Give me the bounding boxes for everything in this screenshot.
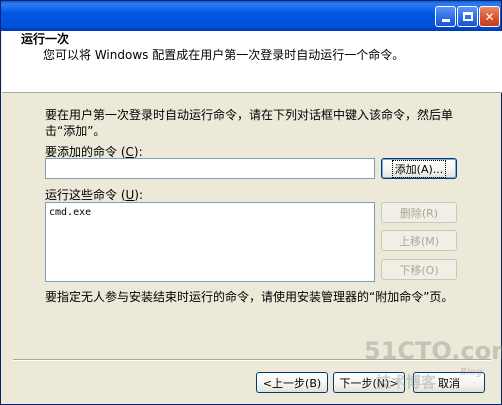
- wizard-window: ✕ 运行一次 您可以将 Windows 配置成在用户第一次登录时自动运行一个命令…: [0, 0, 502, 405]
- run-commands-list[interactable]: cmd.exe: [45, 202, 375, 282]
- cancel-button[interactable]: 取消: [413, 372, 485, 393]
- add-button[interactable]: 添加(A)...: [381, 158, 457, 179]
- title-bar[interactable]: ✕: [1, 1, 501, 31]
- footer-divider: [13, 359, 491, 361]
- run-commands-label-prefix: 运行这些命令 (: [45, 188, 126, 202]
- run-commands-label: 运行这些命令 (U):: [45, 186, 143, 203]
- add-command-label-suffix: ):: [133, 145, 143, 159]
- add-command-label-key: C: [125, 145, 134, 159]
- instruction-text-add: 要在用户第一次登录时自动运行命令，请在下列对话框中键入该命令，然后单击“添加”。: [45, 108, 454, 138]
- add-button-label: 添加(A)...: [391, 159, 447, 178]
- move-down-button[interactable]: 下移(O): [381, 259, 457, 280]
- back-button[interactable]: <上一步(B): [256, 372, 328, 393]
- minimize-icon: [441, 19, 450, 22]
- next-button[interactable]: 下一步(N)>: [333, 372, 405, 393]
- add-command-input[interactable]: [45, 158, 375, 179]
- run-commands-label-key: U: [125, 188, 135, 202]
- move-up-button[interactable]: 上移(M): [381, 230, 457, 251]
- close-icon: ✕: [484, 9, 495, 24]
- list-item[interactable]: cmd.exe: [49, 206, 371, 219]
- page-title: 运行一次: [21, 32, 70, 46]
- close-button[interactable]: ✕: [479, 6, 500, 27]
- instruction-text-additional: 要指定无人参与安装结束时运行的命令，请使用安装管理器的“附加命令”页。: [45, 290, 454, 304]
- delete-button[interactable]: 删除(R): [381, 202, 457, 223]
- minimize-button[interactable]: [435, 6, 456, 27]
- add-command-label-prefix: 要添加的命令 (: [45, 145, 126, 159]
- run-commands-label-suffix: ):: [134, 188, 144, 202]
- page-subtitle: 您可以将 Windows 配置成在用户第一次登录时自动运行一个命令。: [43, 48, 405, 62]
- maximize-icon: [462, 12, 473, 21]
- maximize-button[interactable]: [457, 6, 478, 27]
